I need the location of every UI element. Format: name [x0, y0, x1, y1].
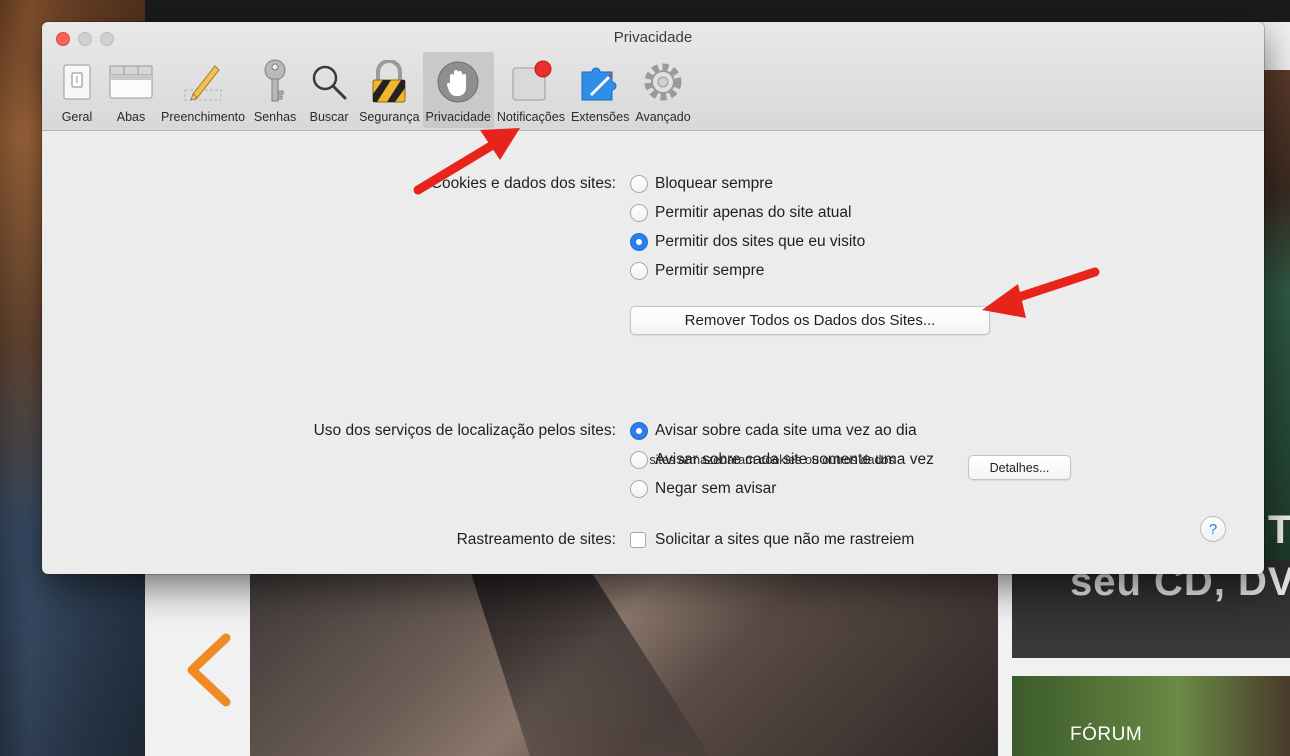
tab-geral[interactable]: Geral	[50, 52, 104, 128]
cookies-label: Cookies e dados dos sites:	[430, 175, 616, 192]
switch-icon	[53, 58, 101, 106]
radio-button[interactable]	[630, 175, 648, 193]
gear-icon	[639, 58, 687, 106]
tab-avancado[interactable]: Avançado	[632, 52, 693, 128]
carousel-prev-arrow-icon[interactable]	[178, 630, 238, 710]
radio-button[interactable]	[630, 262, 648, 280]
tab-label: Segurança	[359, 110, 420, 124]
radio-button[interactable]	[630, 451, 648, 469]
option-label: Bloquear sempre	[655, 175, 774, 192]
tab-label: Geral	[61, 110, 93, 124]
lock-icon	[365, 58, 413, 106]
notification-icon	[507, 58, 555, 106]
location-option-once-a-day[interactable]: Avisar sobre cada site uma vez ao dia	[630, 422, 917, 440]
location-services-label: Uso dos serviços de localização pelos si…	[313, 422, 616, 439]
window-titlebar: Privacidade Geral Abas Preenchimento Sen…	[42, 22, 1264, 131]
browser-top-bar	[145, 0, 1290, 22]
option-label: Permitir sempre	[655, 262, 765, 279]
radio-button-selected[interactable]	[630, 233, 648, 251]
tab-extensoes[interactable]: Extensões	[568, 52, 632, 128]
radio-button-selected[interactable]	[630, 422, 648, 440]
tab-privacidade[interactable]: Privacidade	[422, 52, 494, 128]
tab-label: Extensões	[570, 110, 630, 124]
tab-label: Abas	[116, 110, 146, 124]
cookies-option-block[interactable]: Bloquear sempre	[630, 175, 773, 193]
tab-label: Preenchimento	[161, 110, 246, 124]
background-strip-text: T	[1268, 508, 1290, 552]
search-icon	[305, 58, 353, 106]
tab-label: Privacidade	[425, 110, 491, 124]
privacy-pane: Cookies e dados dos sites: Bloquear semp…	[42, 131, 1264, 574]
details-button[interactable]: Detalhes...	[968, 455, 1071, 480]
preferences-window: Privacidade Geral Abas Preenchimento Sen…	[42, 22, 1264, 574]
tabs-icon	[107, 58, 155, 106]
location-option-deny[interactable]: Negar sem avisar	[630, 480, 776, 498]
tab-label: Notificações	[496, 110, 565, 124]
window-title: Privacidade	[613, 29, 693, 46]
tab-label: Buscar	[309, 110, 349, 124]
option-label: Avisar sobre cada site uma vez ao dia	[655, 422, 917, 439]
tracking-label: Rastreamento de sites:	[456, 531, 616, 548]
tab-buscar[interactable]: Buscar	[302, 52, 356, 128]
help-button[interactable]: ?	[1200, 516, 1226, 542]
tab-senhas[interactable]: Senhas	[248, 52, 302, 128]
do-not-track-option[interactable]: Solicitar a sites que não me rastreiem	[630, 531, 914, 549]
puzzle-icon	[576, 58, 624, 106]
option-label: Avisar sobre cada site somente uma vez	[655, 451, 934, 468]
tab-label: Avançado	[635, 110, 691, 124]
option-label: Permitir dos sites que eu visito	[655, 233, 866, 250]
hand-icon	[434, 58, 482, 106]
radio-button[interactable]	[630, 480, 648, 498]
tab-preenchimento[interactable]: Preenchimento	[158, 52, 248, 128]
do-not-track-checkbox[interactable]	[630, 532, 646, 548]
option-label: Solicitar a sites que não me rastreiem	[655, 531, 915, 548]
cookies-option-visited-sites[interactable]: Permitir dos sites que eu visito	[630, 233, 865, 251]
cookies-option-always[interactable]: Permitir sempre	[630, 262, 764, 280]
tab-notificacoes[interactable]: Notificações	[494, 52, 568, 128]
pencil-icon	[179, 58, 227, 106]
tab-label: Senhas	[253, 110, 297, 124]
location-option-once-only[interactable]: Avisar sobre cada site somente uma vez	[630, 451, 934, 469]
preferences-toolbar: Geral Abas Preenchimento Senhas Buscar S…	[50, 52, 694, 128]
option-label: Permitir apenas do site atual	[655, 204, 852, 221]
background-right-strip	[1262, 70, 1290, 560]
radio-button[interactable]	[630, 204, 648, 222]
key-icon	[251, 58, 299, 106]
forum-label: FÓRUM	[1070, 724, 1143, 745]
option-label: Negar sem avisar	[655, 480, 777, 497]
tab-abas[interactable]: Abas	[104, 52, 158, 128]
cookies-option-current-site[interactable]: Permitir apenas do site atual	[630, 204, 851, 222]
tab-seguranca[interactable]: Segurança	[356, 52, 422, 128]
remove-all-website-data-button[interactable]: Remover Todos os Dados dos Sites...	[630, 306, 990, 335]
background-forum-card[interactable]	[1012, 676, 1290, 756]
